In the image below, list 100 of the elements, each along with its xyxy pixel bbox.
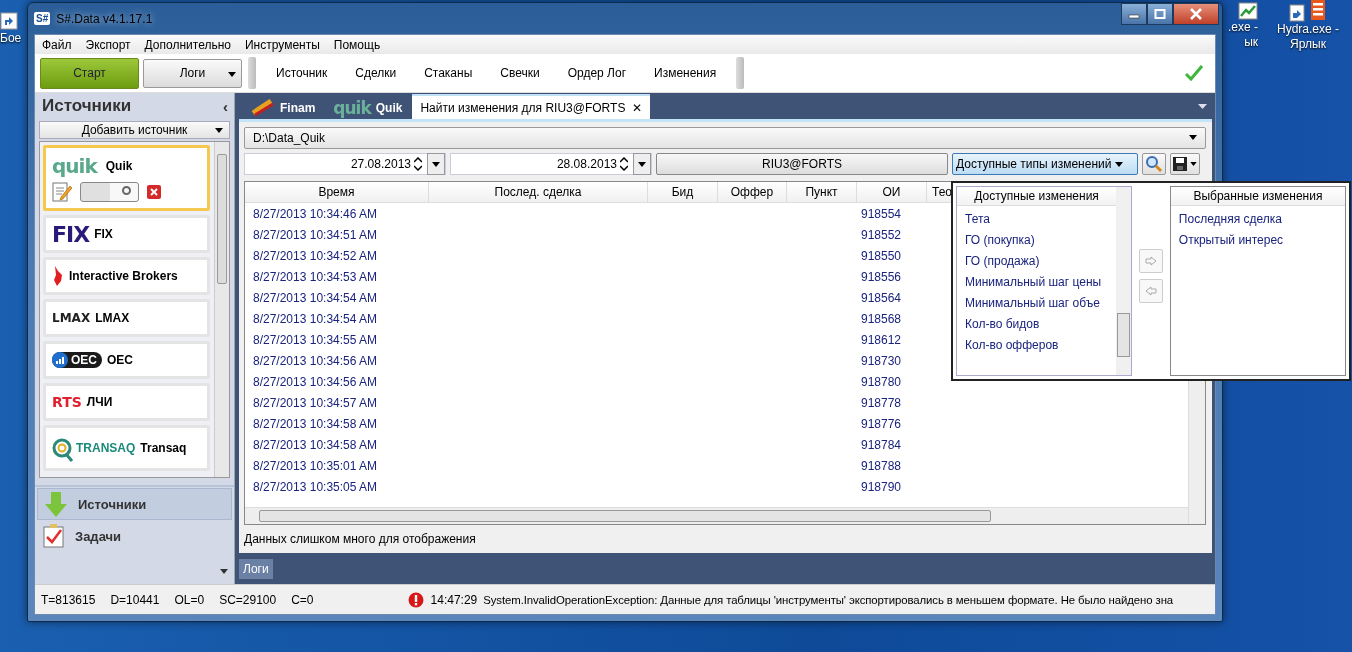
- table-cell-text: 918784: [860, 438, 903, 453]
- list-item[interactable]: Последняя сделка: [1170, 208, 1345, 229]
- list-item[interactable]: ГО (покупка): [957, 229, 1117, 250]
- left-arrow-icon: [1145, 286, 1157, 296]
- nav-item[interactable]: Задачи: [37, 521, 232, 551]
- quik-logo: quik: [52, 154, 97, 178]
- toolbar-button[interactable]: Ордер Лог: [553, 58, 640, 88]
- list-item[interactable]: Кол-во бидов: [957, 313, 1117, 334]
- tab[interactable]: Найти изменения для RIU3@FORTS ✕: [412, 94, 651, 119]
- table-cell-text: 8/27/2013 10:35:01 AM: [252, 459, 379, 474]
- table-cell-text: 8/27/2013 10:34:58 AM: [252, 417, 379, 432]
- menu-item[interactable]: Помощь: [333, 37, 381, 52]
- caret-icon[interactable]: [432, 161, 440, 167]
- menu-item[interactable]: Инструменты: [245, 37, 320, 52]
- source-card[interactable]: OEC OEC: [43, 341, 210, 379]
- start-button[interactable]: Старт: [40, 57, 139, 89]
- date-picker[interactable]: 28.08.2013: [450, 153, 652, 176]
- security-button[interactable]: RIU3@FORTS: [656, 153, 948, 176]
- scrollbar[interactable]: [1116, 187, 1132, 375]
- minimize-button[interactable]: [1121, 3, 1147, 25]
- close-button[interactable]: [1173, 3, 1219, 25]
- table-cell-text: 8/27/2013 10:34:53 AM: [252, 270, 379, 285]
- logs-tab[interactable]: Логи: [239, 559, 273, 579]
- menu-item[interactable]: Файл: [42, 37, 72, 52]
- source-card[interactable]: LMAX LMAX: [43, 299, 210, 337]
- column-header[interactable]: Пункт: [787, 181, 857, 202]
- scrollbar[interactable]: [214, 142, 229, 477]
- source-name: LMAX: [95, 311, 130, 325]
- source-card[interactable]: quik Quik: [43, 145, 210, 211]
- toolbar-button[interactable]: Источник: [262, 58, 342, 88]
- save-button[interactable]: [1170, 153, 1200, 176]
- list-item[interactable]: Кол-во офферов: [957, 334, 1117, 355]
- maximize-icon: [1154, 9, 1166, 19]
- delete-icon[interactable]: [147, 184, 161, 199]
- spinner-icon[interactable]: [414, 157, 422, 172]
- toolbar-button[interactable]: Сделки: [341, 58, 411, 88]
- tab[interactable]: Finam: [243, 96, 324, 119]
- list-item[interactable]: ГО (продажа): [957, 250, 1117, 271]
- list-item[interactable]: Минимальный шаг объе: [957, 292, 1117, 313]
- tab[interactable]: quik Quik: [325, 96, 411, 119]
- add-source-dropdown[interactable]: Добавить источник: [39, 121, 230, 139]
- source-name: FIX: [94, 227, 113, 241]
- list-item[interactable]: Минимальный шаг цены: [957, 271, 1117, 292]
- floppy-icon: [1173, 157, 1187, 172]
- column-header[interactable]: ОИ: [857, 181, 927, 202]
- toolbar-grip[interactable]: [248, 57, 256, 89]
- oec-logo: OEC: [52, 352, 102, 368]
- table-cell-text: 918568: [860, 312, 903, 327]
- toolbar-button[interactable]: Изменения: [640, 58, 731, 88]
- toggle-switch[interactable]: [80, 181, 139, 202]
- source-card[interactable]: FIX FIX: [43, 215, 210, 253]
- source-card[interactable]: Interactive Brokers: [43, 257, 210, 295]
- list-item[interactable]: Открытый интерес: [1170, 229, 1345, 250]
- spinner-icon[interactable]: [620, 157, 628, 172]
- source-card[interactable]: TRANSAQ Transaq: [43, 425, 210, 471]
- search-button[interactable]: [1142, 153, 1166, 176]
- folder-dropdown[interactable]: D:\Data_Quik: [244, 127, 1206, 149]
- table-cell-text: 918554: [860, 207, 903, 222]
- error-icon: [407, 591, 424, 608]
- error-message: System.InvalidOperationException: Данные для таблицы 'инструменты' экспортировались в меньшем формате. Не было найдено зна: [483, 593, 1174, 606]
- caret-icon: [1115, 161, 1124, 167]
- nav-item[interactable]: Источники: [37, 488, 232, 520]
- down-arrow-icon: [44, 490, 68, 518]
- column-header[interactable]: Время: [245, 181, 429, 202]
- list-item[interactable]: Тета: [957, 208, 1117, 229]
- shortcut-icon[interactable]: [0, 12, 18, 30]
- toolbar-grip[interactable]: [736, 57, 745, 89]
- icon-label: Ярлык: [1290, 37, 1326, 52]
- source-card[interactable]: RTS ЛЧИ: [43, 383, 210, 421]
- source-name: OEC: [107, 353, 134, 367]
- chart-icon[interactable]: [1238, 2, 1258, 20]
- scrollbar[interactable]: [245, 507, 1188, 525]
- edit-icon[interactable]: [52, 181, 72, 202]
- table-cell-text: 8/27/2013 10:35:05 AM: [252, 480, 379, 495]
- logs-dropdown[interactable]: Логи: [143, 58, 242, 88]
- list-icon[interactable]: [1289, 0, 1327, 22]
- tab-menu-icon[interactable]: [1198, 104, 1207, 109]
- counter: D=10441: [110, 592, 160, 607]
- close-tab-button[interactable]: ✕: [632, 100, 643, 115]
- menu-item[interactable]: Экспорт: [85, 37, 131, 52]
- fix-logo: FIX: [52, 221, 90, 247]
- maximize-button[interactable]: [1147, 3, 1173, 25]
- window-title: S#.Data v4.1.17.1: [56, 11, 153, 26]
- collapse-button[interactable]: ‹: [223, 97, 228, 115]
- checklist-icon: [43, 524, 65, 548]
- caret-icon: [1190, 162, 1197, 167]
- column-header[interactable]: Послед. сделка: [429, 181, 648, 202]
- ribbon-icon: [251, 98, 275, 117]
- toolbar-button[interactable]: Свечки: [486, 58, 554, 88]
- table-cell-text: 918780: [860, 375, 903, 390]
- toolbar-button[interactable]: Стаканы: [410, 58, 487, 88]
- date-picker[interactable]: 27.08.2013: [244, 153, 446, 176]
- column-header: Выбранные изменения: [1170, 187, 1345, 206]
- column-header[interactable]: Бид: [648, 181, 718, 202]
- caret-icon[interactable]: [638, 161, 646, 167]
- table-cell-text: 918556: [860, 270, 903, 285]
- change-types-dropdown[interactable]: Доступные типы изменений: [952, 153, 1138, 176]
- column-header[interactable]: Оффер: [718, 181, 787, 202]
- menu-item[interactable]: Дополнительно: [144, 37, 231, 52]
- more-icon[interactable]: [220, 569, 228, 574]
